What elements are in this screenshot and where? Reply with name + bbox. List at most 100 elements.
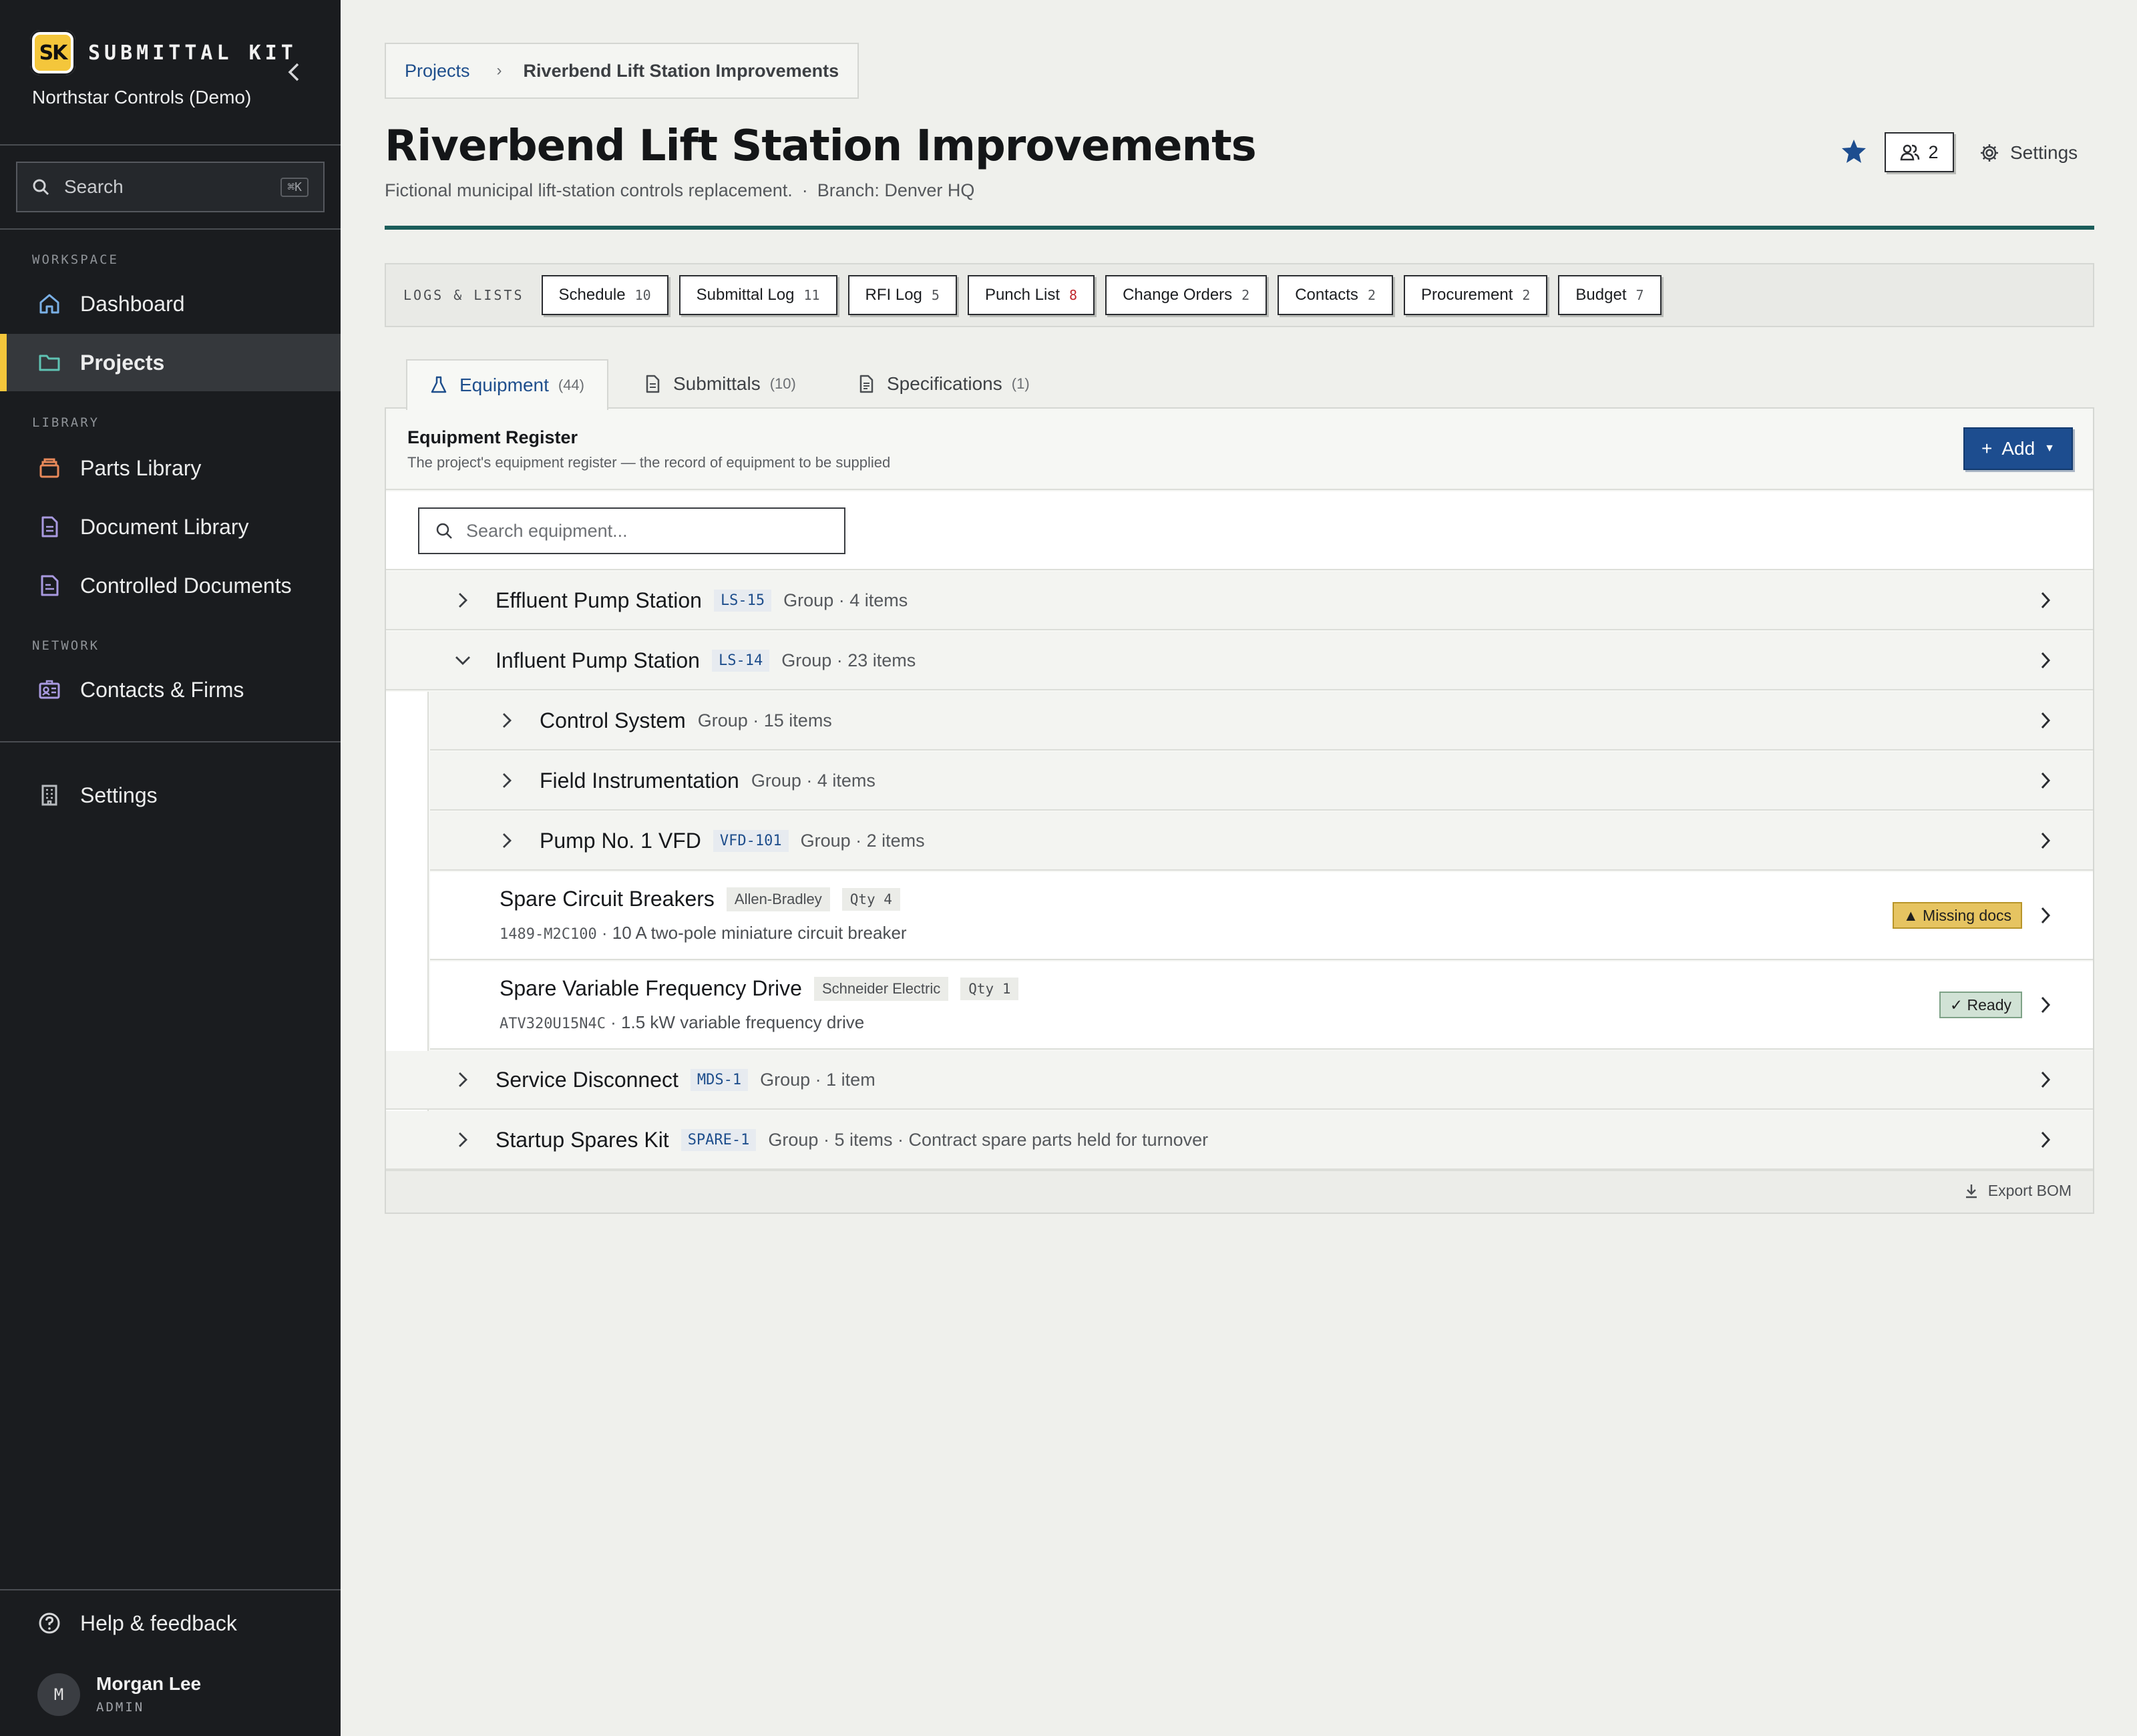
chevron-right-icon[interactable]	[2034, 829, 2057, 852]
group-row-service-disconnect[interactable]: Service Disconnect MDS-1 Group · 1 item	[386, 1051, 2093, 1110]
group-code: SPARE-1	[681, 1128, 757, 1151]
chevron-right-icon[interactable]	[453, 590, 473, 610]
manufacturer-tag: Schneider Electric	[813, 976, 949, 1001]
log-chip-punch-list[interactable]: Punch List 8	[967, 275, 1095, 315]
project-settings-button[interactable]: Settings	[1979, 136, 2078, 170]
group-row-control-system[interactable]: Control System Group · 15 items	[430, 692, 2093, 750]
chevron-right-icon[interactable]	[453, 1070, 473, 1090]
quantity-tag: Qty 1	[960, 977, 1019, 1000]
collapse-sidebar-button[interactable]	[280, 59, 307, 85]
log-chip-budget[interactable]: Budget 7	[1558, 275, 1662, 315]
group-row-pump-no-1-vfd[interactable]: Pump No. 1 VFD VFD-101 Group · 2 items	[430, 812, 2093, 871]
log-chip-rfi-log[interactable]: RFI Log 5	[847, 275, 957, 315]
members-count: 2	[1928, 142, 1939, 162]
group-row-field-instrumentation[interactable]: Field Instrumentation Group · 4 items	[430, 752, 2093, 811]
equipment-row-spare-circuit-breakers[interactable]: Spare Circuit Breakers Allen-Bradley Qty…	[430, 872, 2093, 960]
tab-specifications[interactable]: Specifications (1)	[835, 359, 1052, 409]
chevron-right-icon[interactable]	[2034, 1068, 2057, 1091]
sidebar-search-label: Search	[64, 176, 124, 197]
help-feedback-link[interactable]: Help & feedback	[0, 1594, 341, 1652]
section-label-library: LIBRARY	[32, 415, 100, 430]
chevron-right-icon[interactable]	[453, 1130, 473, 1150]
chevron-right-icon[interactable]	[2034, 709, 2057, 732]
row-line: Startup Spares Kit SPARE-1 Group · 5 ite…	[496, 1128, 1208, 1152]
chevron-right-icon: ›	[496, 61, 502, 79]
breadcrumb: Projects › Riverbend Lift Station Improv…	[385, 43, 859, 99]
sidebar: SK SUBMITTAL KIT Northstar Controls (Dem…	[0, 0, 341, 1736]
group-meta: Group · 5 items · Contract spare parts h…	[768, 1129, 1209, 1150]
panel-description: The project's equipment register — the r…	[407, 454, 891, 471]
sidebar-divider	[0, 228, 341, 230]
chevron-right-icon[interactable]	[2034, 1128, 2057, 1151]
group-row-influent-pump-station[interactable]: Influent Pump Station LS-14 Group · 23 i…	[386, 632, 2093, 690]
sidebar-item-controlled-documents[interactable]: Controlled Documents	[0, 557, 341, 614]
brand[interactable]: SK SUBMITTAL KIT	[30, 30, 297, 75]
download-icon	[1965, 1184, 1977, 1198]
sidebar-item-settings[interactable]: Settings	[0, 767, 341, 824]
sidebar-item-label: Settings	[80, 783, 158, 807]
chevron-right-icon[interactable]	[497, 710, 517, 730]
log-chip-label: Punch List	[984, 286, 1060, 304]
export-bom-button[interactable]: Export BOM	[1964, 1182, 2072, 1200]
chevron-right-icon[interactable]	[497, 771, 517, 791]
manufacturer-tag: Allen-Bradley	[726, 887, 830, 911]
sidebar-search[interactable]: Search ⌘K	[16, 162, 325, 212]
log-chip-submittal-log[interactable]: Submittal Log 11	[678, 275, 837, 315]
chevron-right-icon[interactable]	[2034, 904, 2057, 927]
equipment-search-field[interactable]	[418, 507, 845, 554]
flask-icon	[430, 376, 447, 395]
log-chip-count: 2	[1522, 287, 1531, 303]
group-code: VFD-101	[713, 829, 789, 852]
header-rule	[385, 226, 2094, 230]
group-name: Service Disconnect	[496, 1067, 678, 1092]
group-name: Pump No. 1 VFD	[540, 828, 701, 853]
log-chip-change-orders[interactable]: Change Orders 2	[1105, 275, 1268, 315]
chevron-right-icon[interactable]	[2034, 649, 2057, 672]
sidebar-item-document-library[interactable]: Document Library	[0, 498, 341, 556]
panel-footer: Export BOM	[386, 1170, 2093, 1213]
row-line: Effluent Pump Station LS-15 Group · 4 it…	[496, 588, 908, 613]
log-chip-label: RFI Log	[865, 286, 922, 304]
chevron-right-icon[interactable]	[2034, 589, 2057, 612]
sidebar-item-projects[interactable]: Projects	[0, 334, 341, 391]
log-chip-label: Submittal Log	[696, 286, 795, 304]
group-code: LS-15	[713, 589, 772, 612]
row-line: Service Disconnect MDS-1 Group · 1 item	[496, 1068, 876, 1092]
tab-submittals[interactable]: Submittals (10)	[621, 359, 819, 409]
favorite-button[interactable]	[1840, 138, 1867, 168]
sidebar-item-label: Document Library	[80, 514, 249, 539]
group-row-startup-spares-kit[interactable]: Startup Spares Kit SPARE-1 Group · 5 ite…	[386, 1111, 2093, 1170]
log-chip-contacts[interactable]: Contacts 2	[1278, 275, 1393, 315]
chevron-down-icon[interactable]	[453, 650, 473, 670]
equipment-search-input[interactable]	[466, 520, 840, 541]
members-button[interactable]: 2	[1885, 132, 1954, 172]
avatar[interactable]: M	[37, 1673, 80, 1716]
user-role: ADMIN	[96, 1700, 145, 1715]
tab-equipment[interactable]: Equipment (44)	[406, 359, 608, 410]
sidebar-item-dashboard[interactable]: Dashboard	[0, 275, 341, 333]
log-chip-count: 8	[1069, 287, 1078, 303]
equipment-register-panel: Equipment Register The project's equipme…	[385, 407, 2094, 1214]
page-subtitle: Fictional municipal lift-station control…	[385, 180, 974, 201]
group-row-effluent-pump-station[interactable]: Effluent Pump Station LS-15 Group · 4 it…	[386, 572, 2093, 630]
chevron-right-icon[interactable]	[2034, 994, 2057, 1016]
sidebar-divider	[0, 144, 341, 146]
equipment-row-spare-vfd[interactable]: Spare Variable Frequency Drive Schneider…	[430, 961, 2093, 1050]
log-chip-count: 2	[1367, 287, 1376, 303]
sidebar-item-contacts-firms[interactable]: Contacts & Firms	[0, 661, 341, 718]
quantity-tag: Qty 4	[841, 887, 900, 911]
plus-icon: +	[1981, 438, 1993, 459]
equipment-description: · 10 A two-pole miniature circuit breake…	[596, 923, 907, 943]
chevron-right-icon[interactable]	[497, 831, 517, 851]
chevron-right-icon[interactable]	[2034, 769, 2057, 792]
log-chip-procurement[interactable]: Procurement 2	[1403, 275, 1548, 315]
search-shortcut: ⌘K	[280, 177, 309, 197]
group-meta: Group · 2 items	[800, 830, 925, 851]
log-chip-schedule[interactable]: Schedule 10	[541, 275, 668, 315]
breadcrumb-projects-link[interactable]: Projects	[405, 61, 470, 81]
log-chip-label: Procurement	[1420, 286, 1513, 304]
sidebar-item-parts-library[interactable]: Parts Library	[0, 439, 341, 497]
add-equipment-button[interactable]: + Add ▼	[1963, 427, 2073, 470]
org-name: Northstar Controls (Demo)	[32, 87, 252, 107]
help-icon	[37, 1611, 61, 1635]
